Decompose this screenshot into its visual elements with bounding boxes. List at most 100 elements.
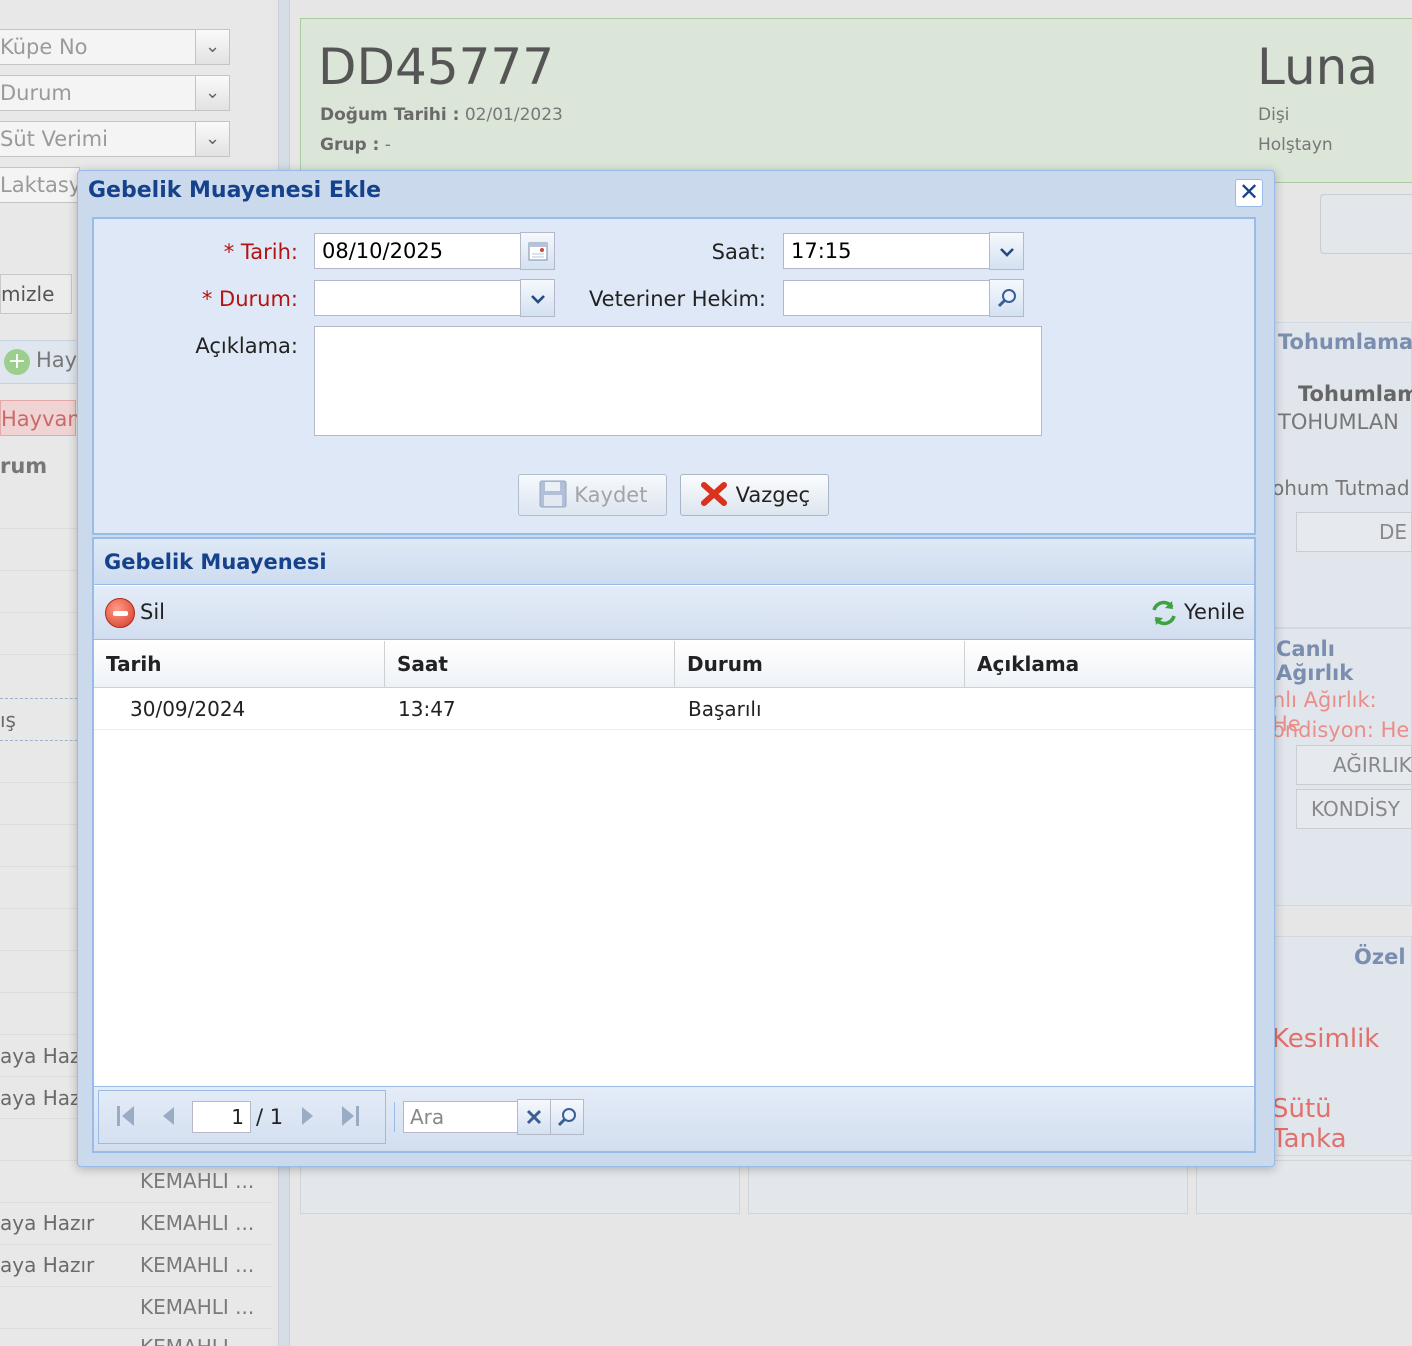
chevron-down-icon[interactable]: ⌄: [195, 122, 229, 156]
condition-line: ondisyon: He: [1272, 718, 1410, 742]
insemination-sub: Tohumlam: [1298, 382, 1412, 406]
column-header-status[interactable]: Durum: [675, 641, 965, 688]
tab-animal[interactable]: Hayvan: [0, 400, 81, 436]
group-row: Grup : -: [320, 135, 391, 155]
cancel-button[interactable]: Vazgeç: [680, 474, 829, 516]
divider: [0, 1202, 272, 1203]
add-animal-button[interactable]: Hay: [36, 348, 77, 372]
insemination-title: Tohumlama: [1278, 330, 1412, 354]
birth-date-row: Doğum Tarihi : 02/01/2023: [320, 105, 563, 125]
search-icon[interactable]: [989, 279, 1024, 317]
page-number-input[interactable]: 1: [192, 1101, 251, 1133]
status-column-header: rum: [0, 454, 48, 478]
weight-title: Canlı Ağırlık: [1276, 637, 1354, 685]
bottom-card: [300, 1160, 740, 1214]
status-label: * Durum:: [201, 287, 298, 311]
column-header-time[interactable]: Saat: [385, 641, 675, 688]
vet-label: Veteriner Hekim:: [588, 287, 766, 311]
time-label: Saat:: [711, 240, 766, 264]
header-action-button[interactable]: [1320, 194, 1412, 254]
animal-breed: Holştayn: [1258, 135, 1333, 155]
grid-search-input[interactable]: Ara: [403, 1101, 518, 1133]
group-label: Grup :: [320, 135, 380, 155]
list-item[interactable]: aya Hazır: [0, 1253, 94, 1277]
milk-tank-label: Sütü Tanka: [1272, 1094, 1347, 1154]
list-item[interactable]: ış: [0, 708, 16, 732]
list-item[interactable]: KEMAHLI ...: [140, 1253, 254, 1277]
group-value: -: [384, 135, 391, 155]
refresh-icon[interactable]: [1150, 598, 1178, 632]
divider: [0, 1328, 272, 1329]
cell-time: 13:47: [398, 697, 456, 721]
date-input[interactable]: 08/10/2025: [314, 233, 521, 269]
dialog-title: Gebelik Muayenesi Ekle: [88, 178, 382, 203]
description-textarea[interactable]: [314, 326, 1042, 436]
table-row[interactable]: [94, 689, 1254, 730]
chevron-down-icon[interactable]: ⌄: [195, 30, 229, 64]
description-label: Açıklama:: [195, 334, 298, 358]
list-item[interactable]: aya Haz: [0, 1044, 81, 1068]
birth-date-label: Doğum Tarihi :: [320, 105, 460, 125]
ear-tag-title: DD45777: [318, 38, 555, 96]
previous-page-icon[interactable]: [158, 1101, 178, 1137]
cancel-button-label: Vazgeç: [735, 483, 811, 507]
bottom-card: [1196, 1160, 1412, 1214]
time-input[interactable]: 17:15: [783, 233, 990, 269]
chevron-down-icon[interactable]: ⌄: [195, 76, 229, 110]
insemination-value: TOHUMLAN: [1278, 410, 1399, 434]
add-icon[interactable]: +: [4, 349, 30, 375]
list-item[interactable]: KEMAHLI ...: [140, 1295, 254, 1319]
animal-name: Luna: [1257, 38, 1378, 96]
insemination-card: [1270, 322, 1412, 628]
last-page-icon[interactable]: [338, 1101, 362, 1137]
list-item[interactable]: aya Hazır: [0, 1211, 94, 1235]
weight-button[interactable]: AĞIRLIK: [1296, 745, 1412, 785]
list-item[interactable]: KEMAHLI ...: [140, 1169, 254, 1193]
save-button[interactable]: Kaydet: [518, 474, 667, 516]
page-count-label: / 1: [256, 1105, 284, 1129]
ear-tag-filter[interactable]: Küpe No ⌄: [0, 29, 230, 65]
column-header-date[interactable]: Tarih: [94, 641, 385, 688]
list-item[interactable]: KEMAHLI ...: [140, 1211, 254, 1235]
calendar-icon[interactable]: [520, 232, 555, 270]
ear-tag-filter-text: Küpe No: [0, 35, 88, 59]
first-page-icon[interactable]: [114, 1101, 138, 1137]
divider: [0, 1244, 272, 1245]
status-filter[interactable]: Durum ⌄: [0, 75, 230, 111]
next-page-icon[interactable]: [298, 1101, 318, 1137]
cell-date: 30/09/2024: [130, 697, 246, 721]
cell-status: Başarılı: [688, 697, 762, 721]
birth-date-value: 02/01/2023: [464, 105, 563, 125]
clear-filter-label: mizle: [1, 282, 55, 306]
grid-toolbar: [94, 586, 1254, 640]
date-label: * Tarih:: [223, 240, 298, 264]
status-select[interactable]: [314, 280, 521, 316]
condition-button[interactable]: KONDİSY: [1296, 789, 1412, 829]
delete-button[interactable]: Sil: [140, 600, 165, 624]
column-header-description[interactable]: Açıklama: [965, 641, 1254, 688]
slaughter-label: Kesimlik: [1272, 1024, 1380, 1054]
clear-search-icon[interactable]: [517, 1099, 551, 1135]
lactation-filter[interactable]: Laktasyon: [0, 167, 107, 203]
clear-filter-button[interactable]: mizle: [0, 274, 72, 314]
insemination-detail-button[interactable]: DE: [1296, 512, 1412, 552]
delete-icon[interactable]: [105, 598, 135, 628]
close-icon[interactable]: ✕: [1235, 179, 1263, 207]
separator: [394, 1102, 395, 1132]
search-icon[interactable]: [550, 1099, 584, 1135]
grid-title: Gebelik Muayenesi: [94, 539, 1254, 585]
refresh-button[interactable]: Yenile: [1184, 600, 1245, 624]
vet-input[interactable]: [783, 280, 990, 316]
chevron-down-icon[interactable]: [520, 279, 555, 317]
divider: [0, 1286, 272, 1287]
list-item[interactable]: KEMAHLI: [140, 1335, 229, 1346]
save-button-label: Kaydet: [574, 483, 648, 507]
close-red-icon: [700, 482, 727, 506]
floppy-disk-icon: [539, 480, 567, 508]
special-title: Özel: [1354, 945, 1406, 969]
milk-yield-filter-text: Süt Verimi: [0, 127, 108, 151]
list-item[interactable]: aya Haz: [0, 1086, 81, 1110]
milk-yield-filter[interactable]: Süt Verimi ⌄: [0, 121, 230, 157]
animal-sex: Dişi: [1258, 105, 1290, 125]
chevron-down-icon[interactable]: [989, 232, 1024, 270]
